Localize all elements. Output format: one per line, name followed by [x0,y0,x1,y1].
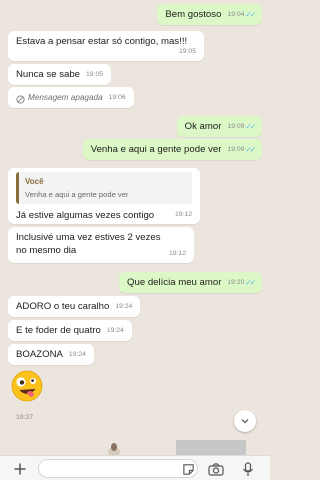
zany-face-emoji[interactable] [10,369,44,403]
sticker-icon [182,463,195,476]
chat-area: Bem gostoso 19:04 ✓✓ Estava a pensar est… [0,0,270,457]
message-text: Mensagem apagada [28,93,103,102]
message-deleted[interactable]: Mensagem apagada 19:06 [8,87,134,108]
scroll-down-button[interactable] [234,410,256,432]
message-text: BOAZONA [16,349,63,360]
message-reply[interactable]: Você Venha e aqui a gente pode ver Já es… [8,168,200,224]
message-text: E te foder de quatro [16,325,101,336]
message-text: Bem gostoso [165,9,222,20]
double-check-icon: ✓✓ [245,122,255,131]
quote-text: Venha e aqui a gente pode ver [25,190,129,199]
message-text: Já estive algumas vezes contigo [16,210,155,221]
message-time: 19:20 [227,279,245,286]
message-text: Que delícia meu amor [127,277,222,288]
message-time: 19:24 [115,303,133,310]
deleted-message-icon [16,95,25,104]
chevron-down-icon [240,416,250,426]
message-time: 19:05 [178,48,196,55]
message-time: 19:24 [106,327,124,334]
media-thumbnail-left[interactable] [106,442,122,457]
message-time: 19:05 [86,71,104,78]
media-thumbnail-right[interactable] [176,440,246,455]
message-time: 19:12 [168,250,186,257]
message-outgoing[interactable]: Ok amor 19:09 ✓✓ [176,116,262,137]
message-text: Venha e aqui a gente pode ver [90,144,222,155]
quote-author: Você [25,177,44,186]
message-incoming[interactable]: Nunca se sabe 19:05 [8,64,112,85]
double-check-icon: ✓✓ [245,10,255,19]
message-time: 19:06 [108,94,126,101]
microphone-icon [242,461,254,477]
message-time: 19:27 [16,414,34,421]
plus-icon [13,462,27,476]
sticker-button[interactable] [178,459,198,479]
message-text: Estava a pensar estar só contigo, mas!!! [16,36,188,47]
double-check-icon: ✓✓ [245,278,255,287]
message-time: 19:09 [227,146,245,153]
attach-button[interactable] [10,459,30,479]
message-time: 19:04 [227,11,245,18]
camera-button[interactable] [206,459,226,479]
message-text: Ok amor [184,121,222,132]
message-time: 19:12 [174,211,192,218]
message-time: 19:24 [68,351,86,358]
message-incoming[interactable]: ADORO o teu caralho 19:24 [8,296,141,317]
quoted-message[interactable]: Você Venha e aqui a gente pode ver [16,172,192,204]
message-incoming[interactable]: Inclusivé uma vez estives 2 vezes no mes… [8,227,194,263]
microphone-button[interactable] [238,459,258,479]
message-text: ADORO o teu caralho [16,301,110,312]
message-outgoing[interactable]: Bem gostoso 19:04 ✓✓ [157,4,262,25]
message-text: Nunca se sabe [16,69,80,80]
message-incoming[interactable]: Estava a pensar estar só contigo, mas!!!… [8,31,204,61]
message-outgoing[interactable]: Que delícia meu amor 19:20 ✓✓ [119,272,262,293]
camera-icon [208,462,224,476]
message-input[interactable] [38,459,198,478]
message-incoming[interactable]: E te foder de quatro 19:24 [8,320,132,341]
message-text: Inclusivé uma vez estives 2 vezes no mes… [16,232,161,256]
message-time: 19:09 [227,123,245,130]
composer-bar [0,455,270,480]
double-check-icon: ✓✓ [245,145,255,154]
message-outgoing[interactable]: Venha e aqui a gente pode ver 19:09 ✓✓ [82,139,262,160]
message-incoming[interactable]: BOAZONA 19:24 [8,344,94,365]
